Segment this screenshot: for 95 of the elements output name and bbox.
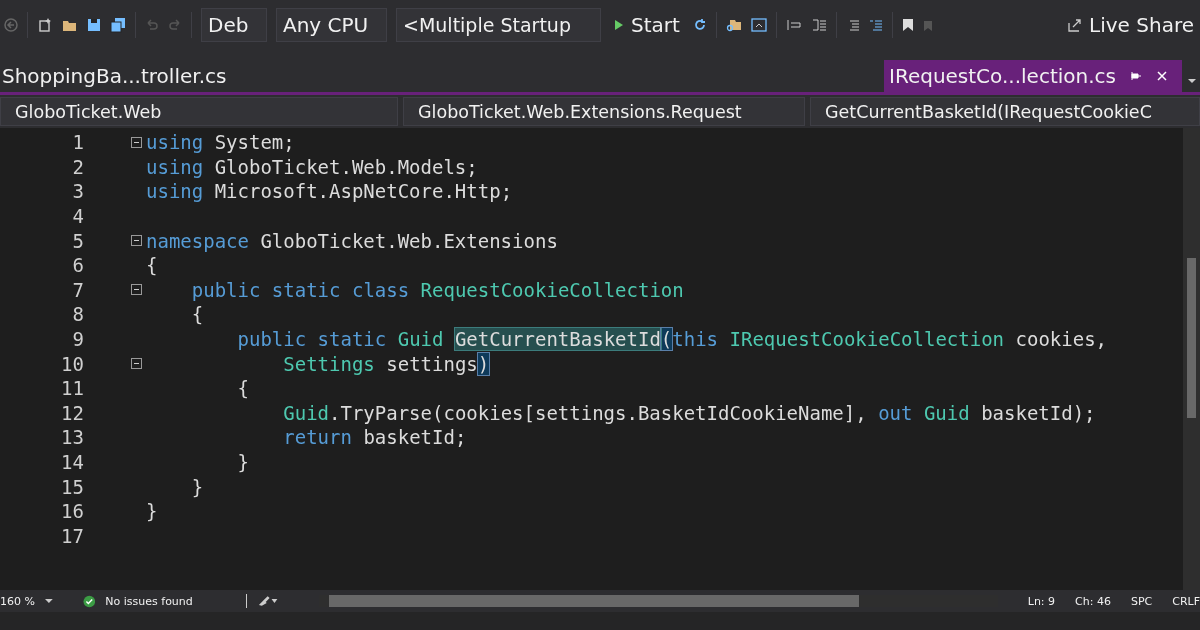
- selected-identifier: GetCurrentBasketId: [454, 328, 661, 351]
- keyword: using: [146, 131, 204, 154]
- document-tab[interactable]: ShoppingBa...troller.cs: [0, 60, 235, 92]
- line-number: 5: [71, 229, 84, 252]
- collapse-icon[interactable]: [131, 136, 142, 148]
- code-text: }: [146, 500, 158, 523]
- share-icon: [1067, 17, 1084, 33]
- uncomment-icon[interactable]: [868, 18, 883, 32]
- keyword: public: [237, 328, 307, 351]
- type-name: RequestCookieCollection: [420, 278, 684, 301]
- matching-brace: ): [477, 352, 490, 375]
- collapse-icon[interactable]: [131, 284, 142, 296]
- keyword: out: [878, 401, 913, 424]
- line-number: 7: [71, 278, 84, 301]
- line-number: 17: [60, 524, 84, 547]
- play-icon: [614, 19, 624, 31]
- collapse-icon[interactable]: [131, 358, 142, 370]
- indent-icon[interactable]: [785, 18, 802, 32]
- platform-dropdown[interactable]: Any CPU: [276, 8, 387, 42]
- code-text: .TryParse(cookies[settings.BasketIdCookieName],: [329, 401, 867, 424]
- collapse-icon[interactable]: [131, 235, 142, 247]
- bookmark-icon[interactable]: [901, 18, 914, 32]
- column-position: Ch: 46: [1075, 594, 1111, 608]
- code-text: }: [237, 451, 249, 473]
- keyword: using: [146, 155, 204, 178]
- open-folder-icon[interactable]: [62, 18, 78, 32]
- line-number: 15: [60, 475, 84, 498]
- code-text: basketId;: [363, 426, 467, 449]
- line-number: 2: [71, 155, 84, 178]
- keyword: this: [672, 328, 719, 351]
- tab-title: IRequestCo...lection.cs: [889, 64, 1116, 88]
- code-text: System;: [214, 131, 295, 154]
- type-name: Guid: [283, 401, 330, 424]
- pin-icon[interactable]: [1130, 70, 1142, 82]
- line-number: 8: [71, 303, 84, 326]
- type-name: Guid: [397, 328, 444, 351]
- issues-status[interactable]: No issues found: [105, 594, 237, 608]
- keyword: static: [317, 328, 387, 351]
- keyword: namespace: [146, 229, 249, 252]
- window-icon[interactable]: [750, 18, 767, 32]
- configuration-dropdown[interactable]: Deb: [201, 8, 267, 42]
- refresh-icon[interactable]: [692, 18, 707, 32]
- line-number: 1: [71, 131, 84, 154]
- code-text: settings: [386, 352, 478, 375]
- matching-brace: (: [660, 328, 673, 351]
- keyword: return: [283, 426, 352, 449]
- line-position: Ln: 9: [1027, 594, 1056, 608]
- type-name: Settings: [283, 352, 375, 375]
- line-number: 9: [71, 328, 84, 351]
- type-name: IRequestCookieCollection: [729, 328, 1005, 351]
- code-text: GloboTicket.Web.Models;: [214, 155, 478, 178]
- code-text: GloboTicket.Web.Extensions: [260, 229, 558, 252]
- line-number: 3: [71, 180, 84, 203]
- check-icon: [82, 594, 96, 608]
- caret-icon[interactable]: [44, 598, 53, 604]
- save-all-icon[interactable]: [110, 17, 126, 33]
- code-text: cookies,: [1015, 328, 1107, 351]
- document-tab[interactable]: IRequestCo...lection.cs: [884, 60, 1182, 92]
- line-number: 11: [60, 377, 84, 400]
- navigation-dropdown[interactable]: GloboTicket.Web.Extensions.Request: [403, 97, 805, 126]
- line-number: 4: [71, 205, 84, 228]
- line-number: 16: [60, 500, 84, 523]
- line-endings[interactable]: CRLF: [1172, 594, 1200, 608]
- whitespace-mode[interactable]: SPC: [1130, 594, 1153, 608]
- navigation-dropdown[interactable]: GloboTicket.Web: [0, 97, 398, 126]
- line-number: 12: [60, 401, 84, 424]
- vertical-scrollbar[interactable]: [1183, 128, 1200, 590]
- live-share-button[interactable]: Live Share: [1065, 13, 1196, 37]
- brush-icon[interactable]: [257, 595, 279, 607]
- keyword: using: [146, 180, 204, 203]
- close-icon[interactable]: [1156, 70, 1168, 82]
- start-button[interactable]: Start: [610, 13, 684, 37]
- line-number: 14: [60, 451, 84, 473]
- code-text: {: [237, 377, 249, 400]
- code-text: basketId);: [981, 401, 1096, 424]
- keyword: class: [351, 278, 410, 301]
- startup-project-dropdown[interactable]: <Multiple Startup: [396, 8, 601, 42]
- tab-title: ShoppingBa...troller.cs: [2, 64, 227, 88]
- find-folder-icon[interactable]: [725, 18, 742, 32]
- zoom-level[interactable]: 160 %: [0, 594, 35, 608]
- code-text: }: [191, 475, 204, 498]
- save-icon[interactable]: [87, 18, 101, 32]
- line-number: 13: [60, 426, 84, 449]
- code-text: Microsoft.AspNetCore.Http;: [214, 180, 513, 203]
- line-number: 6: [71, 254, 84, 277]
- type-name: Guid: [923, 401, 970, 424]
- code-text: {: [191, 303, 204, 326]
- keyword: public: [191, 278, 261, 301]
- line-number: 10: [60, 352, 84, 375]
- keyword: static: [271, 278, 341, 301]
- back-icon[interactable]: [4, 18, 18, 32]
- code-text: {: [146, 254, 158, 277]
- outdent-icon[interactable]: [810, 18, 827, 32]
- new-project-icon[interactable]: [37, 17, 53, 33]
- navigation-dropdown[interactable]: GetCurrentBasketId(IRequestCookieC: [810, 97, 1200, 126]
